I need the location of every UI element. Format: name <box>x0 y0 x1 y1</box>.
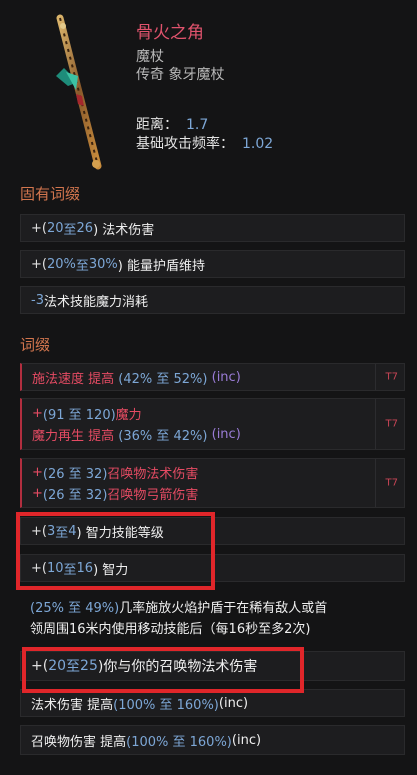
wand-icon <box>56 14 102 170</box>
item-rarity-line: 传奇 象牙魔杖 <box>136 67 225 83</box>
affix-inc-tag: (inc) <box>211 369 241 385</box>
stat-value: 1.7 <box>186 117 209 133</box>
affix-plus: + <box>32 406 43 421</box>
affix-row: +(20 至 25)你与你的召唤物法术伤害 <box>20 651 405 681</box>
mod-text: ) 法术伤害 <box>93 222 155 238</box>
tier-badge: T7 <box>385 371 398 383</box>
mod-min: 10 <box>46 560 64 576</box>
mod-text: ) 智力技能等级 <box>76 525 164 541</box>
affix-text: 施法速度 提高 <box>32 371 115 387</box>
mod-sep: 至 <box>55 525 69 541</box>
item-tooltip: 骨火之角 魔杖 传奇 象牙魔杖 距离： 1.7 基础攻击频率： 1.02 固有词缀 … <box>0 0 417 775</box>
affix-text: 领周围16米内使用移动技能后（每16秒至多2次) <box>30 622 311 637</box>
affix-text: 魔力再生 提高 <box>32 429 115 444</box>
implicit-row: -3 法术技能魔力消耗 <box>20 286 405 314</box>
affix-range: (91 至 120) <box>42 408 116 423</box>
affix-plus: + <box>32 486 43 501</box>
mod-text: ) 能量护盾维持 <box>117 258 206 274</box>
mod-prefix: +( <box>31 560 47 576</box>
affix-inc-tag: (inc) <box>231 732 262 748</box>
mod-sep: 至 <box>63 222 77 238</box>
item-name: 骨火之角 <box>136 23 204 43</box>
affix-inc-tag: (inc) <box>211 427 241 442</box>
affix-row-tiered: + (26 至 32) 召唤物法术伤害 + (26 至 32) 召唤物弓箭伤害 T7 <box>20 458 405 508</box>
mod-text: )你与你的召唤物法术伤害 <box>97 659 258 675</box>
mod-text: 法术技能魔力消耗 <box>43 294 148 310</box>
affix-text: 法术伤害 提高 <box>31 697 114 713</box>
stat-value: 1.02 <box>242 136 274 152</box>
mod-max: 25 <box>80 658 98 674</box>
mod-prefix: +( <box>31 658 49 674</box>
mod-value: -3 <box>31 292 44 308</box>
affix-range: (42% 至 52%) <box>118 371 208 387</box>
affix-row-multiline: (25% 至 49%) 几率施放火焰护盾于在稀有敌人或首 领周围16米内使用移动… <box>20 594 405 640</box>
mod-max: 26 <box>76 220 94 236</box>
affix-text: 召唤物弓箭伤害 <box>107 488 199 503</box>
item-type: 魔杖 <box>136 49 164 65</box>
affix-text: 召唤物法术伤害 <box>107 467 199 482</box>
affix-range: (100% 至 160%) <box>113 697 219 713</box>
affix-row-tiered: 施法速度 提高 (42% 至 52%) (inc) T7 <box>20 363 405 391</box>
stat-range: 距离： 1.7 <box>136 116 273 135</box>
tier-badge: T7 <box>385 418 398 430</box>
stat-label: 距离： <box>136 117 178 133</box>
mod-min: 20% <box>46 256 76 272</box>
tier-divider <box>375 459 376 507</box>
mod-prefix: +( <box>31 220 47 236</box>
mod-min: 20 <box>46 220 64 236</box>
affix-plus: + <box>32 465 43 480</box>
affix-range: (100% 至 160%) <box>126 734 232 750</box>
affix-range: (25% 至 49%) <box>30 601 120 616</box>
mod-max: 30% <box>88 256 118 272</box>
mod-sep: 至 <box>75 258 89 274</box>
item-type-block: 魔杖 传奇 象牙魔杖 <box>136 48 224 84</box>
mod-max: 4 <box>68 523 77 539</box>
affix-inc-tag: (inc) <box>218 695 249 711</box>
affix-range: (26 至 32) <box>42 488 108 503</box>
affix-row: 召唤物伤害 提高 (100% 至 160%) (inc) <box>20 725 405 755</box>
affix-range: (36% 至 42%) <box>118 429 208 444</box>
tier-divider <box>375 364 376 390</box>
affix-row: 法术伤害 提高 (100% 至 160%) (inc) <box>20 689 405 717</box>
tier-badge: T7 <box>385 477 398 489</box>
mod-sep: 至 <box>63 562 77 578</box>
mod-prefix: +( <box>31 256 47 272</box>
item-header: 骨火之角 魔杖 传奇 象牙魔杖 距离： 1.7 基础攻击频率： 1.02 <box>0 0 417 178</box>
affix-range: (26 至 32) <box>42 467 108 482</box>
affix-text: 几率施放火焰护盾于在稀有敌人或首 <box>119 601 328 616</box>
implicit-row: +(20% 至 30%) 能量护盾维持 <box>20 250 405 278</box>
affix-text: 召唤物伤害 提高 <box>31 734 127 750</box>
affix-row-tiered: + (91 至 120) 魔力 魔力再生 提高 (36% 至 42%) (inc)… <box>20 398 405 450</box>
implicit-row: +(20 至 26) 法术伤害 <box>20 214 405 242</box>
affix-row: +(10 至 16) 智力 <box>20 554 405 582</box>
mod-prefix: +( <box>31 523 47 539</box>
affix-row: +(3 至 4) 智力技能等级 <box>20 517 405 545</box>
mod-max: 16 <box>76 560 94 576</box>
stat-label: 基础攻击频率： <box>136 136 234 152</box>
tier-divider <box>375 399 376 449</box>
item-stats: 距离： 1.7 基础攻击频率： 1.02 <box>136 116 273 154</box>
implicit-section-title: 固有词缀 <box>20 185 81 203</box>
affix-section-title: 词缀 <box>20 336 51 354</box>
mod-min: 3 <box>46 523 56 539</box>
mod-text: ) 智力 <box>93 562 129 578</box>
mod-sep: 至 <box>66 659 81 675</box>
stat-attack-speed: 基础攻击频率： 1.02 <box>136 135 273 154</box>
mod-min: 20 <box>48 658 67 674</box>
affix-text: 魔力 <box>115 408 142 423</box>
